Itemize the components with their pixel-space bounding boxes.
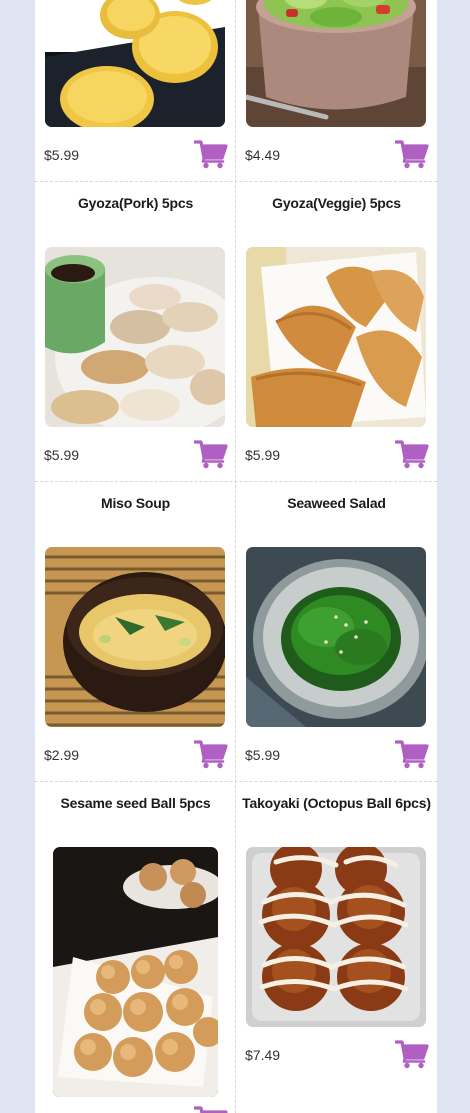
menu-item-card[interactable]: Gyoza(Pork) 5pcs $5.99 — [35, 181, 236, 481]
shopping-cart-icon — [395, 439, 429, 469]
sesame-ball-image[interactable] — [53, 847, 218, 1097]
menu-item-card[interactable]: Gyoza(Veggie) 5pcs $5.99 — [236, 181, 437, 481]
item-price: $2.99 — [44, 747, 80, 763]
item-name: Gyoza(Veggie) 5pcs — [272, 195, 401, 211]
item-name: Takoyaki (Octopus Ball 6pcs) — [242, 795, 431, 811]
add-to-cart-button[interactable] — [395, 439, 429, 469]
menu-item-card[interactable]: $5.99 — [35, 0, 236, 181]
item-name: Gyoza(Pork) 5pcs — [77, 195, 194, 211]
add-to-cart-button[interactable] — [395, 1039, 429, 1069]
item-price: $7.49 — [245, 1047, 281, 1063]
add-to-cart-button[interactable] — [194, 1105, 228, 1113]
item-price: $4.49 — [245, 147, 281, 163]
menu-grid: $5.99 $4.49 Gyoza(Pork) 5pcs $5.99 Gyoza… — [35, 0, 437, 1113]
shopping-cart-icon — [194, 139, 228, 169]
item-price: $5.99 — [44, 147, 80, 163]
green-salad-image[interactable] — [246, 0, 426, 127]
item-price: $5.99 — [245, 447, 281, 463]
item-name: Miso Soup — [101, 495, 170, 511]
miso-soup-image[interactable] — [45, 547, 225, 727]
shopping-cart-icon — [395, 739, 429, 769]
menu-item-card[interactable]: Seaweed Salad $5.99 — [236, 481, 437, 781]
seaweed-salad-image[interactable] — [246, 547, 426, 727]
pork-gyoza-image[interactable] — [45, 247, 225, 427]
shopping-cart-icon — [194, 1105, 228, 1113]
menu-item-card[interactable]: Takoyaki (Octopus Ball 6pcs) $7.49 — [236, 781, 437, 1113]
menu-item-card[interactable]: Sesame seed Ball 5pcs — [35, 781, 236, 1081]
shopping-cart-icon — [395, 139, 429, 169]
menu-item-card[interactable]: $4.49 — [236, 0, 437, 181]
fried-croquettes-image[interactable] — [45, 0, 225, 127]
item-price: $5.99 — [44, 447, 80, 463]
item-name: Sesame seed Ball 5pcs — [60, 795, 211, 811]
add-to-cart-button[interactable] — [194, 739, 228, 769]
shopping-cart-icon — [194, 439, 228, 469]
item-name: Seaweed Salad — [287, 495, 386, 511]
add-to-cart-button[interactable] — [395, 739, 429, 769]
add-to-cart-button[interactable] — [395, 139, 429, 169]
menu-item-card[interactable]: Miso Soup $2.99 — [35, 481, 236, 781]
item-price: $5.99 — [245, 747, 281, 763]
add-to-cart-button[interactable] — [194, 439, 228, 469]
shopping-cart-icon — [395, 1039, 429, 1069]
takoyaki-image[interactable] — [246, 847, 426, 1027]
shopping-cart-icon — [194, 739, 228, 769]
add-to-cart-button[interactable] — [194, 139, 228, 169]
veggie-gyoza-image[interactable] — [246, 247, 426, 427]
